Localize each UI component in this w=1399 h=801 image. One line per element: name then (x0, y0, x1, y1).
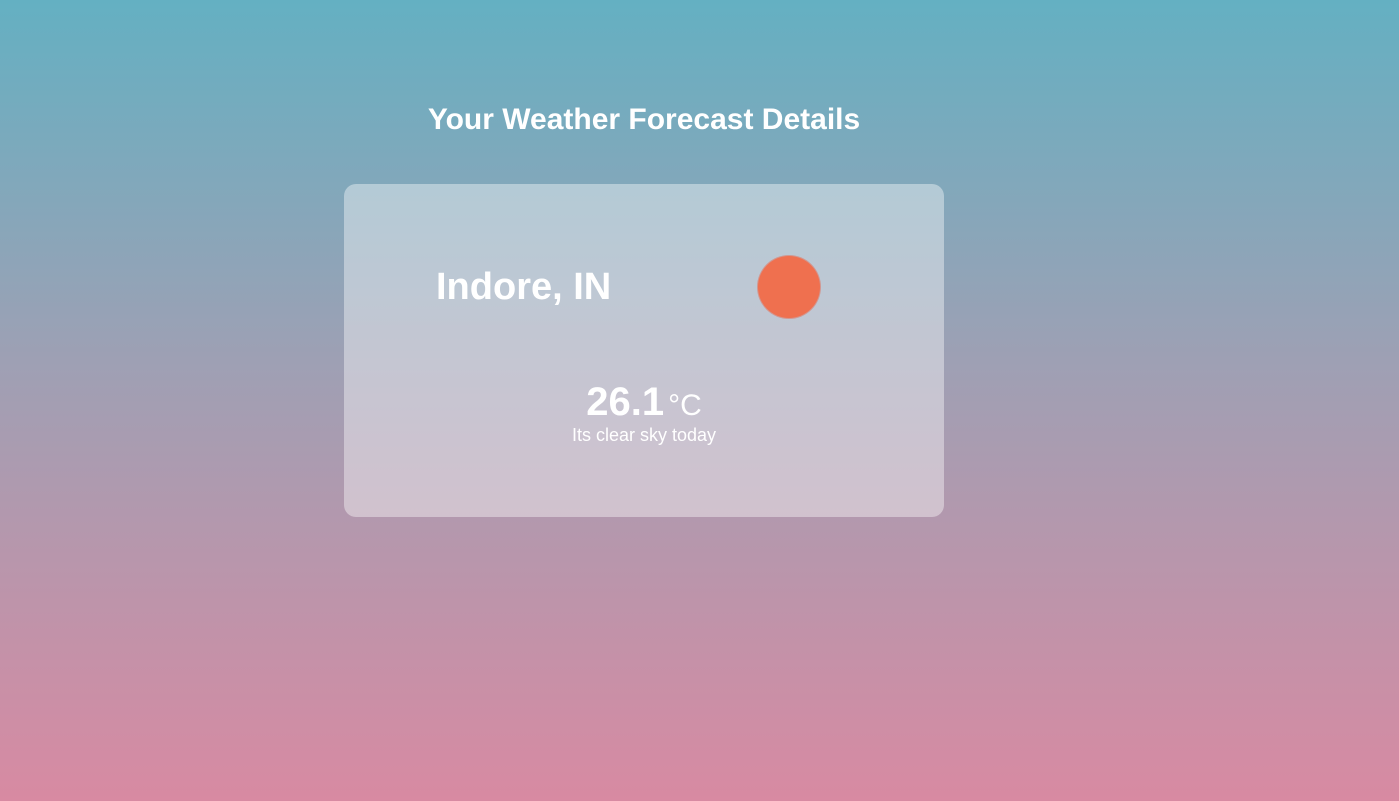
temperature-unit: °C (668, 389, 702, 422)
weather-card (344, 184, 944, 517)
weather-description: Its clear sky today (571, 425, 717, 445)
sun-icon (758, 256, 820, 318)
page-title: Your Weather Forecast Details (427, 103, 861, 136)
city-name: Indore, IN (436, 266, 612, 308)
temperature-value: 26.1 (586, 380, 665, 424)
